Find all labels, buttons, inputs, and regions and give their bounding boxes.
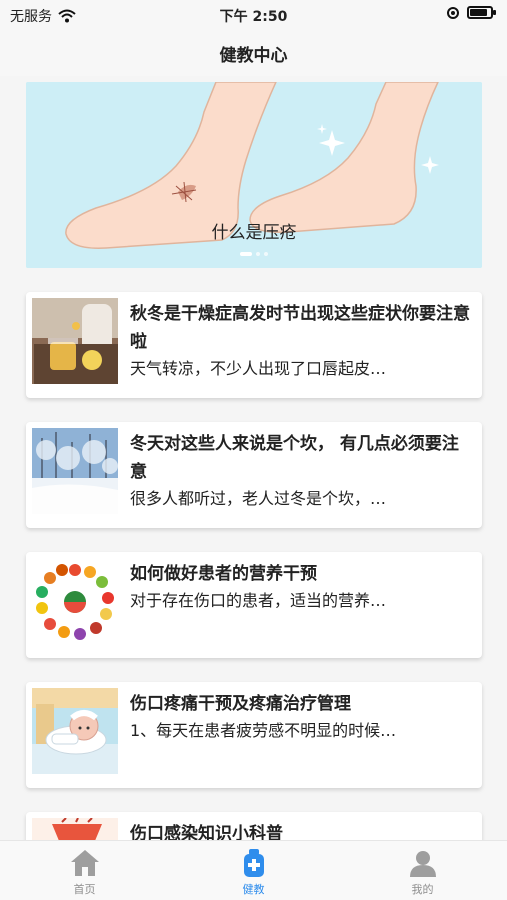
article-thumbnail-2 [32, 428, 118, 514]
article-summary-3: 对于存在伤口的患者，适当的营养… [130, 591, 387, 610]
tab-bar: 首页 健教 我的 [0, 840, 507, 900]
article-thumbnail-3 [32, 558, 118, 644]
profile-icon [409, 851, 436, 877]
orientation-lock-icon [447, 6, 459, 19]
article-summary-2: 很多人都听过，老人过冬是个坎，… [130, 489, 387, 508]
home-icon [70, 850, 99, 876]
article-title-5: 伤口感染知识小科普 [130, 824, 283, 840]
article-card-1[interactable]: 秋冬是干燥症高发时节出现这些症状你要注意啦 天气转凉，不少人出现了口唇起皮… [26, 292, 482, 398]
article-title-3: 如何做好患者的营养干预 [130, 564, 317, 584]
article-card-3[interactable]: 如何做好患者的营养干预 对于存在伤口的患者，适当的营养… [26, 552, 482, 658]
content-scroll[interactable]: 什么是压疮 秋冬是干燥症高发时节出现这些症状你要注意啦 天气转凉，不少人出现了口… [0, 76, 507, 840]
article-title-4: 伤口疼痛干预及疼痛治疗管理 [130, 694, 351, 714]
tab-profile[interactable]: 我的 [338, 841, 507, 900]
health-education-icon [243, 849, 264, 877]
status-right [447, 6, 496, 19]
tab-home-label: 首页 [73, 883, 96, 896]
nav-bar: 健教中心 [0, 30, 507, 76]
tab-health-education-label: 健教 [242, 883, 265, 896]
article-card-5[interactable]: 伤口感染知识小科普 [26, 812, 482, 840]
page-title: 健教中心 [219, 45, 288, 66]
battery-icon [467, 6, 496, 19]
carousel-dot-3 [264, 252, 268, 256]
tab-home[interactable]: 首页 [0, 841, 169, 900]
article-summary-4: 1、每天在患者疲劳感不明显的时候… [130, 721, 397, 740]
carousel-dot-1 [240, 252, 252, 256]
article-card-2[interactable]: 冬天对这些人来说是个坎， 有几点必须要注意 很多人都听过，老人过冬是个坎，… [26, 422, 482, 528]
article-title-2: 冬天对这些人来说是个坎， 有几点必须要注意 [130, 434, 459, 482]
banner-carousel[interactable]: 什么是压疮 [26, 82, 482, 268]
carousel-dot-2 [256, 252, 260, 256]
carousel-dots [26, 252, 482, 256]
status-time: 下午 2:50 [219, 9, 288, 25]
article-thumbnail-5 [32, 818, 118, 840]
article-thumbnail-1 [32, 298, 118, 384]
article-card-4[interactable]: 伤口疼痛干预及疼痛治疗管理 1、每天在患者疲劳感不明显的时候… [26, 682, 482, 788]
battery-level [470, 9, 487, 16]
tab-profile-label: 我的 [411, 883, 434, 896]
status-bar: 无服务 下午 2:50 [0, 0, 507, 30]
banner-caption: 什么是压疮 [211, 223, 297, 243]
article-title-1: 秋冬是干燥症高发时节出现这些症状你要注意啦 [130, 304, 470, 352]
article-thumbnail-4 [32, 688, 118, 774]
article-summary-1: 天气转凉，不少人出现了口唇起皮… [130, 359, 387, 378]
tab-health-education[interactable]: 健教 [169, 841, 338, 900]
